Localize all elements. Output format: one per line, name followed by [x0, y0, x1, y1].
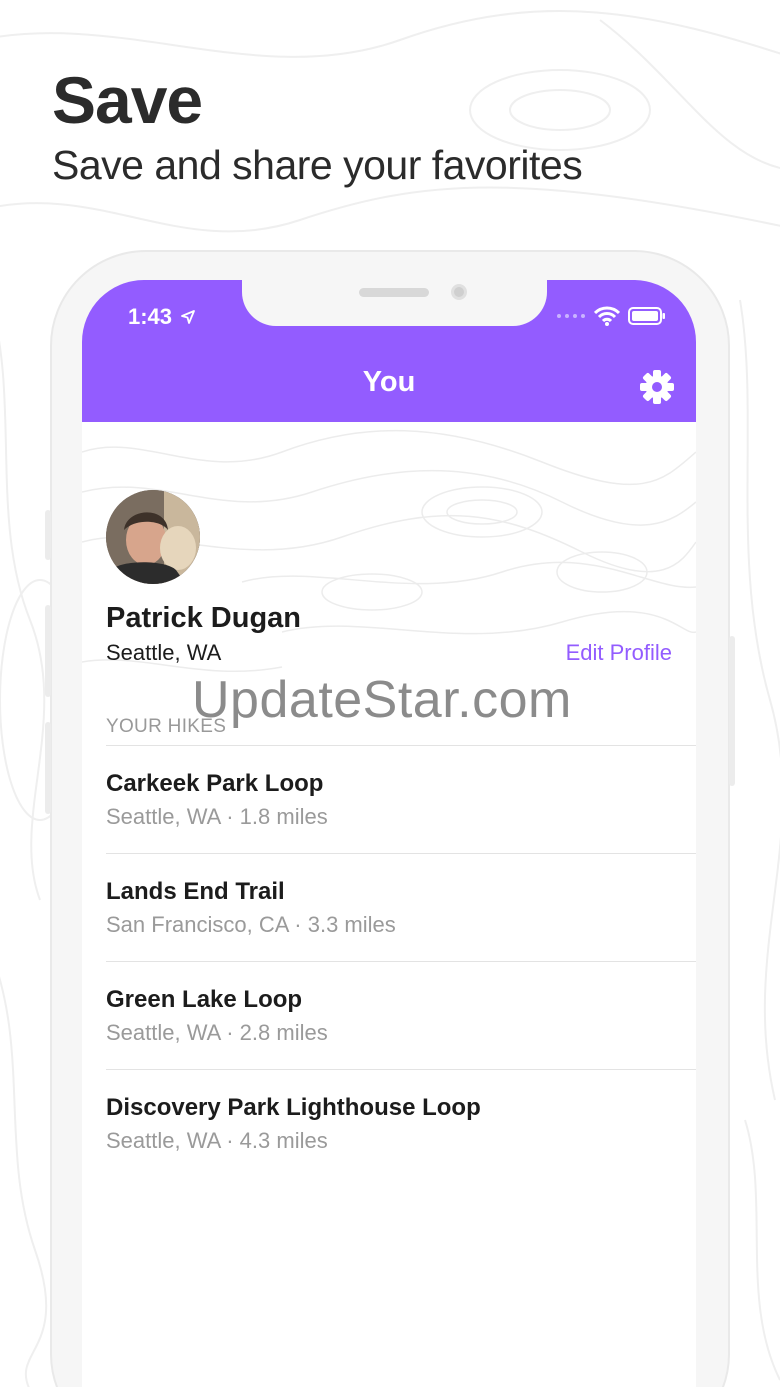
watermark: UpdateStar.com [192, 671, 572, 729]
nav-title: You [362, 366, 416, 398]
hike-meta: Seattle, WA · 1.8 miles [106, 804, 328, 829]
hike-name: Discovery Park Lighthouse Loop [106, 1094, 481, 1121]
phone-power-button [729, 636, 735, 786]
app-screen: 1:43 You Patrick Dugan Seattle, WA Edit … [82, 280, 696, 1387]
phone-notch [242, 280, 547, 326]
list-item[interactable]: Carkeek Park Loop Seattle, WA · 1.8 mile… [106, 745, 696, 853]
phone-speaker [359, 288, 429, 297]
settings-button[interactable] [638, 368, 676, 406]
hike-name: Carkeek Park Loop [106, 770, 324, 797]
hike-meta: Seattle, WA · 2.8 miles [106, 1020, 328, 1045]
profile-location: Seattle, WA [106, 640, 222, 665]
list-item[interactable]: Lands End Trail San Francisco, CA · 3.3 … [106, 853, 696, 961]
hike-list: Carkeek Park Loop Seattle, WA · 1.8 mile… [106, 745, 696, 1177]
list-item[interactable]: Green Lake Loop Seattle, WA · 2.8 miles [106, 961, 696, 1069]
promo-subtitle: Save and share your favorites [52, 142, 583, 188]
hike-name: Green Lake Loop [106, 986, 303, 1013]
status-time-label: 1:43 [128, 304, 173, 329]
wifi-icon [594, 306, 620, 326]
location-arrow-icon [181, 310, 196, 324]
status-time: 1:43 [128, 304, 196, 330]
gear-icon [640, 370, 674, 404]
phone-side-button [45, 510, 51, 560]
edit-profile-link[interactable]: Edit Profile [566, 640, 672, 666]
promo-title: Save [52, 63, 203, 137]
avatar[interactable] [106, 490, 200, 584]
hike-name: Lands End Trail [106, 878, 285, 905]
status-icons [556, 306, 666, 326]
hike-meta: San Francisco, CA · 3.3 miles [106, 912, 396, 937]
phone-volume-down-button [45, 722, 51, 814]
hike-meta: Seattle, WA · 4.3 miles [106, 1128, 328, 1153]
phone-volume-up-button [45, 605, 51, 697]
battery-icon [628, 307, 665, 325]
cellular-signal-icon [557, 314, 585, 318]
avatar-photo [106, 490, 200, 584]
profile-name: Patrick Dugan [106, 602, 301, 634]
list-item[interactable]: Discovery Park Lighthouse Loop Seattle, … [106, 1069, 696, 1177]
phone-camera [451, 284, 467, 300]
